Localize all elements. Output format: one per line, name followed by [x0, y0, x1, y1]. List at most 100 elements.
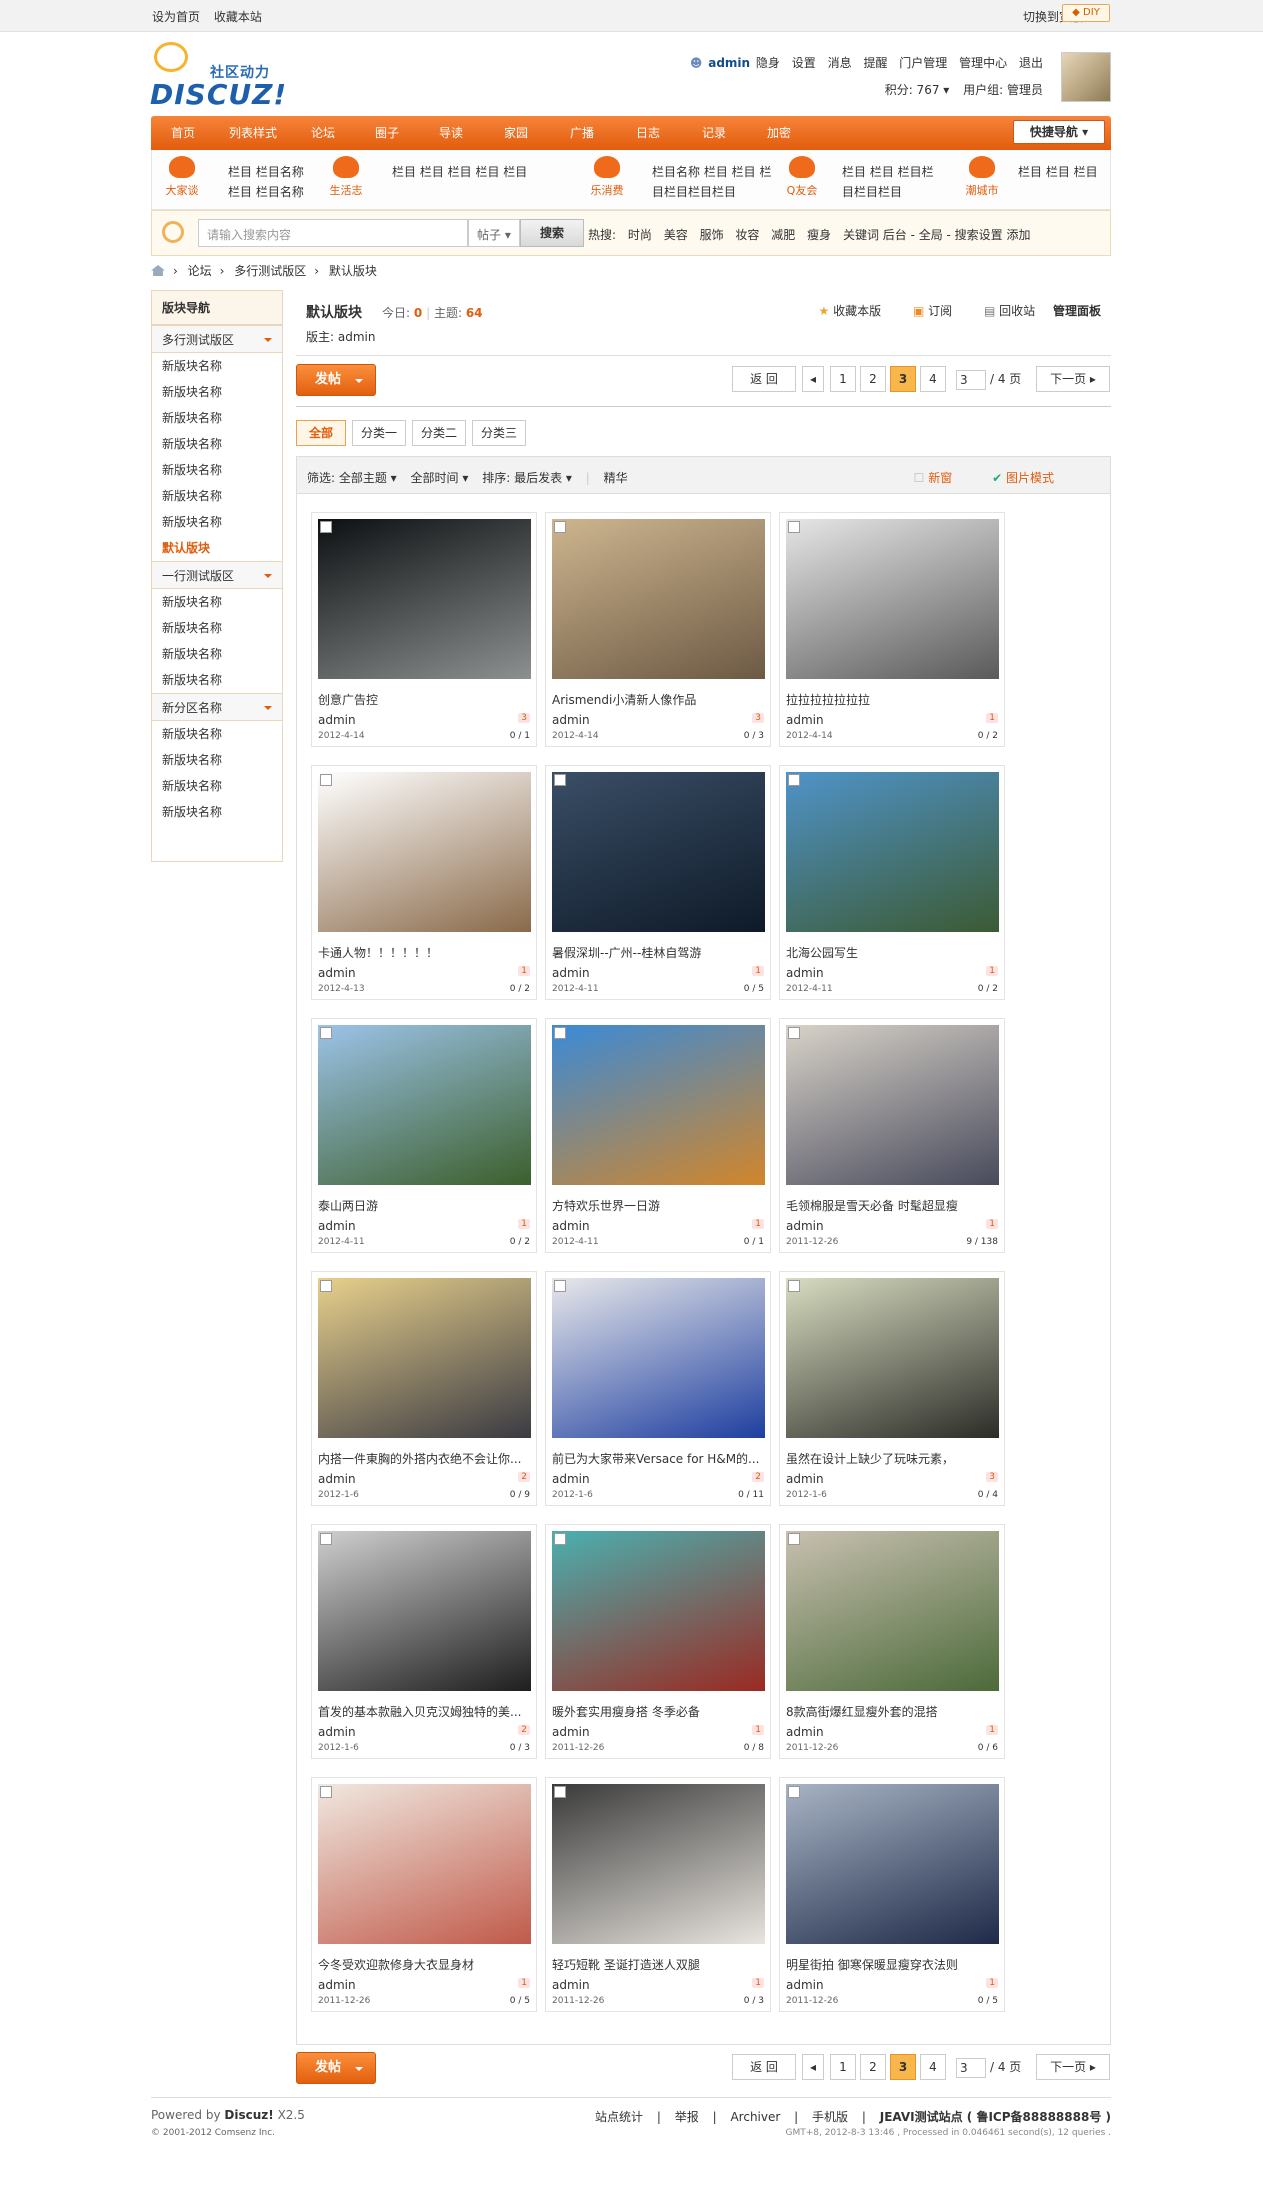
- thread-author[interactable]: admin: [552, 1472, 590, 1486]
- hot-search-link[interactable]: 服饰: [700, 228, 724, 242]
- filter-time[interactable]: 全部时间 ▾: [411, 471, 469, 485]
- thread-thumbnail[interactable]: [318, 772, 531, 932]
- hot-search-link[interactable]: 减肥: [771, 228, 795, 242]
- new-post-button-bottom[interactable]: 发帖: [296, 2052, 376, 2084]
- thread-card[interactable]: 暖外套实用瘦身搭 冬季必备 admin 2011-12-26 1 0 / 8: [545, 1524, 771, 1759]
- thread-card[interactable]: 轻巧短靴 圣诞打造迷人双腿 admin 2011-12-26 1 0 / 3: [545, 1777, 771, 2012]
- pager-page[interactable]: 2: [860, 366, 886, 392]
- thread-card[interactable]: 8款高街爆红显瘦外套的混搭 admin 2011-12-26 1 0 / 6: [779, 1524, 1005, 1759]
- sidebar-item[interactable]: 新版块名称: [152, 379, 282, 405]
- thread-author[interactable]: admin: [552, 1978, 590, 1992]
- pager-next-button[interactable]: 下一页 ▸: [1036, 2054, 1110, 2080]
- thread-title[interactable]: Arismendi小清新人像作品: [552, 691, 766, 708]
- thread-author[interactable]: admin: [786, 1219, 824, 1233]
- thread-author[interactable]: admin: [318, 966, 356, 980]
- sidebar-item[interactable]: 新版块名称: [152, 457, 282, 483]
- thread-checkbox[interactable]: [554, 521, 566, 533]
- thread-card[interactable]: Arismendi小清新人像作品 admin 2012-4-14 3 0 / 3: [545, 512, 771, 747]
- sidebar-item[interactable]: 新版块名称: [152, 747, 282, 773]
- thread-thumbnail[interactable]: [552, 1278, 765, 1438]
- thread-checkbox[interactable]: [554, 1533, 566, 1545]
- thread-checkbox[interactable]: [554, 1786, 566, 1798]
- thread-card[interactable]: 北海公园写生 admin 2012-4-11 1 0 / 2: [779, 765, 1005, 1000]
- thread-card[interactable]: 泰山两日游 admin 2012-4-11 1 0 / 2: [311, 1018, 537, 1253]
- thread-card[interactable]: 创意广告控 admin 2012-4-14 3 0 / 1: [311, 512, 537, 747]
- thread-author[interactable]: admin: [786, 1978, 824, 1992]
- thread-card[interactable]: 前已为大家带来Versace for H&M的... admin 2012-1-6 2…: [545, 1271, 771, 1506]
- sidebar-item[interactable]: 默认版块: [152, 535, 282, 561]
- hot-search-link[interactable]: 瘦身: [807, 228, 831, 242]
- subscribe-button[interactable]: ▣ 订阅: [899, 304, 952, 318]
- thread-checkbox[interactable]: [554, 1280, 566, 1292]
- subnav-shenghuozhi[interactable]: 生活志: [316, 156, 376, 198]
- sidebar-item[interactable]: 新版块名称: [152, 773, 282, 799]
- search-button[interactable]: 搜索: [520, 219, 584, 247]
- sidebar-item[interactable]: 新版块名称: [152, 509, 282, 535]
- thread-thumbnail[interactable]: [318, 1784, 531, 1944]
- subnav-links[interactable]: 栏目 栏目 栏目: [1018, 162, 1098, 182]
- thread-author[interactable]: admin: [786, 1472, 824, 1486]
- hot-search-link[interactable]: 时尚: [628, 228, 652, 242]
- thread-thumbnail[interactable]: [318, 519, 531, 679]
- pager-jump-input[interactable]: 3: [956, 2057, 986, 2078]
- bookmark-site-link[interactable]: 收藏本站: [214, 10, 262, 24]
- nav-item-home[interactable]: 首页: [151, 116, 215, 150]
- thread-card[interactable]: 内搭一件東胸的外搭内衣绝不会让你... admin 2012-1-6 2 0 / 9: [311, 1271, 537, 1506]
- pager-next-button[interactable]: 下一页 ▸: [1036, 366, 1110, 392]
- recycle-bin-button[interactable]: ▤ 回收站: [970, 304, 1035, 318]
- sidebar-item[interactable]: 新版块名称: [152, 483, 282, 509]
- thread-checkbox[interactable]: [788, 1027, 800, 1039]
- breadcrumb-forum[interactable]: 论坛: [188, 264, 212, 278]
- thread-checkbox[interactable]: [788, 1786, 800, 1798]
- thread-checkbox[interactable]: [320, 1280, 332, 1292]
- subnav-qyouhui[interactable]: Q友会: [772, 156, 832, 198]
- thread-checkbox[interactable]: [320, 1533, 332, 1545]
- thread-author[interactable]: admin: [786, 713, 824, 727]
- breadcrumb-section[interactable]: 多行测试版区: [234, 264, 306, 278]
- sidebar-item[interactable]: 新版块名称: [152, 615, 282, 641]
- subnav-text[interactable]: 栏目名称 栏目 栏目 栏: [652, 162, 771, 182]
- sidebar-item[interactable]: 新版块名称: [152, 667, 282, 693]
- new-window-toggle[interactable]: ☐ 新窗: [896, 471, 953, 485]
- thread-thumbnail[interactable]: [552, 1784, 765, 1944]
- thread-title[interactable]: 虽然在设计上缺少了玩味元素，: [786, 1450, 1000, 1467]
- thread-author[interactable]: admin: [318, 1219, 356, 1233]
- picture-mode-toggle[interactable]: ✔ 图片模式: [974, 471, 1054, 485]
- nav-item-group[interactable]: 圈子: [355, 116, 419, 150]
- home-icon[interactable]: [151, 265, 165, 276]
- avatar[interactable]: [1061, 52, 1111, 102]
- thread-thumbnail[interactable]: [786, 1531, 999, 1691]
- thread-author[interactable]: admin: [318, 1472, 356, 1486]
- thread-card[interactable]: 拉拉拉拉拉拉拉 admin 2012-4-14 1 0 / 2: [779, 512, 1005, 747]
- site-logo[interactable]: 社区动力 DISCUZ!: [150, 42, 300, 112]
- hot-search-link[interactable]: 关键词 后台 - 全局 - 搜索设置 添加: [843, 228, 1031, 242]
- pager-page[interactable]: 3: [890, 2054, 916, 2080]
- sidebar-item[interactable]: 新版块名称: [152, 431, 282, 457]
- thread-author[interactable]: admin: [318, 1978, 356, 1992]
- thread-card[interactable]: 虽然在设计上缺少了玩味元素， admin 2012-1-6 3 0 / 4: [779, 1271, 1005, 1506]
- tab-category-1[interactable]: 分类一: [352, 420, 406, 446]
- pager-page[interactable]: 3: [890, 366, 916, 392]
- user-link-admin-center[interactable]: 管理中心: [959, 56, 1007, 70]
- thread-thumbnail[interactable]: [318, 1531, 531, 1691]
- sidebar-item[interactable]: 新版块名称: [152, 721, 282, 747]
- subnav-text[interactable]: 栏目 栏目名称: [228, 162, 304, 182]
- thread-checkbox[interactable]: [554, 1027, 566, 1039]
- thread-checkbox[interactable]: [320, 774, 332, 786]
- thread-thumbnail[interactable]: [786, 519, 999, 679]
- thread-card[interactable]: 明星街拍 御寒保暖显瘦穿衣法则 admin 2011-12-26 1 0 / 5: [779, 1777, 1005, 2012]
- sidebar-item[interactable]: 新版块名称: [152, 353, 282, 379]
- thread-checkbox[interactable]: [554, 774, 566, 786]
- subnav-links[interactable]: 栏目 栏目 栏目 栏目 栏目: [392, 162, 527, 182]
- sidebar-item[interactable]: 新版块名称: [152, 799, 282, 825]
- usergroup-text[interactable]: 用户组: 管理员: [963, 83, 1043, 97]
- pager-back-button[interactable]: 返 回: [732, 2054, 796, 2080]
- sidebar-item[interactable]: 新版块名称: [152, 405, 282, 431]
- thread-checkbox[interactable]: [320, 1027, 332, 1039]
- hot-search-link[interactable]: 妆容: [735, 228, 759, 242]
- thread-author[interactable]: admin: [552, 966, 590, 980]
- footer-link-site[interactable]: JEAVI测试站点 ( 鲁ICP备88888888号 ): [880, 2110, 1111, 2124]
- user-link-portal-admin[interactable]: 门户管理: [899, 56, 947, 70]
- thread-title[interactable]: 首发的基本款融入贝克汉姆独特的美...: [318, 1703, 532, 1720]
- tab-category-2[interactable]: 分类二: [412, 420, 466, 446]
